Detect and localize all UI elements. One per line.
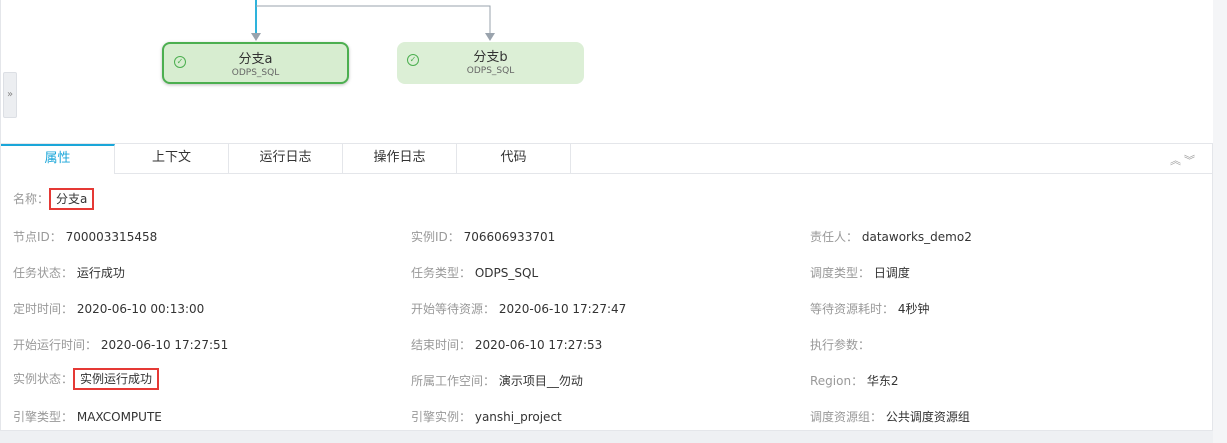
prop-value: 演示项目__勿动 <box>498 374 583 388</box>
panel-size-controls: ︽︾ <box>1170 152 1198 168</box>
prop-label: 实例ID： <box>411 230 460 244</box>
prop-node-id: 节点ID： 700003315458 <box>13 228 157 245</box>
prop-label: 执行参数： <box>810 338 871 352</box>
dag-node-branch-a[interactable]: ✓ 分支a ODPS_SQL <box>162 42 349 84</box>
prop-label: 节点ID： <box>13 230 62 244</box>
tab-run-log[interactable]: 运行日志 <box>229 144 343 173</box>
edge-to-branch-b <box>256 5 491 36</box>
prop-value: 运行成功 <box>76 266 125 280</box>
prop-value: 4秒钟 <box>897 302 930 316</box>
prop-run-start: 开始运行时间： 2020-06-10 17:27:51 <box>13 336 228 353</box>
dag-node-branch-b[interactable]: ✓ 分支b ODPS_SQL <box>397 42 584 84</box>
prop-label: 所属工作空间： <box>411 374 496 388</box>
prop-value: 2020-06-10 17:27:51 <box>100 338 229 352</box>
collapse-panel-icon[interactable]: ︾ <box>1184 154 1198 167</box>
node-title: 分支a <box>238 52 273 67</box>
prop-label: 调度类型： <box>810 266 871 280</box>
prop-wait-duration: 等待资源耗时： 4秒钟 <box>810 300 929 317</box>
prop-label: 等待资源耗时： <box>810 302 895 316</box>
prop-value: 2020-06-10 17:27:47 <box>498 302 627 316</box>
prop-instance-id: 实例ID： 706606933701 <box>411 228 555 245</box>
prop-region: Region： 华东2 <box>810 372 899 389</box>
prop-engine-type: 引擎类型： MAXCOMPUTE <box>13 408 162 425</box>
node-type: ODPS_SQL <box>466 66 515 76</box>
prop-label: 引擎类型： <box>13 410 74 424</box>
prop-label: 责任人： <box>810 230 859 244</box>
detail-tabs: 属性 上下文 运行日志 操作日志 代码 ︽︾ <box>1 144 1212 174</box>
prop-owner: 责任人： dataworks_demo2 <box>810 228 972 245</box>
prop-schedule-type: 调度类型： 日调度 <box>810 264 910 281</box>
prop-engine-instance: 引擎实例： yanshi_project <box>411 408 562 425</box>
prop-value: 日调度 <box>873 266 910 280</box>
expand-sidebar-button[interactable]: » <box>3 72 17 118</box>
arrow-branch-b-icon <box>485 33 495 41</box>
prop-task-status: 任务状态： 运行成功 <box>13 264 125 281</box>
prop-label: 定时时间： <box>13 302 74 316</box>
prop-end-time: 结束时间： 2020-06-10 17:27:53 <box>411 336 602 353</box>
prop-label: 调度资源组： <box>810 410 883 424</box>
prop-value-highlighted: 实例运行成功 <box>73 368 160 390</box>
prop-value: yanshi_project <box>474 410 562 424</box>
prop-label: 任务状态： <box>13 266 74 280</box>
prop-value: 2020-06-10 17:27:53 <box>474 338 603 352</box>
prop-value: 700003315458 <box>65 230 158 244</box>
tab-context[interactable]: 上下文 <box>115 144 229 173</box>
prop-value: 公共调度资源组 <box>885 410 970 424</box>
prop-value: 2020-06-10 00:13:00 <box>76 302 205 316</box>
prop-value-highlighted: 分支a <box>49 188 95 210</box>
prop-label: 名称： <box>13 192 50 206</box>
scrollbar-track[interactable] <box>1213 0 1227 443</box>
tab-operation-log[interactable]: 操作日志 <box>343 144 457 173</box>
node-type: ODPS_SQL <box>231 68 280 78</box>
prop-instance-status: 实例状态： 实例运行成功 <box>13 368 160 390</box>
prop-task-type: 任务类型： ODPS_SQL <box>411 264 538 281</box>
prop-label: 开始运行时间： <box>13 338 98 352</box>
prop-exec-params: 执行参数： <box>810 336 874 353</box>
prop-label: 任务类型： <box>411 266 472 280</box>
arrow-branch-a-icon <box>251 33 261 41</box>
tab-properties[interactable]: 属性 <box>1 144 115 174</box>
prop-resource-group: 调度资源组： 公共调度资源组 <box>810 408 970 425</box>
dag-canvas[interactable]: ✓ 分支a ODPS_SQL ✓ 分支b ODPS_SQL » <box>0 0 1213 143</box>
prop-label: 结束时间： <box>411 338 472 352</box>
prop-label: 开始等待资源： <box>411 302 496 316</box>
prop-value: ODPS_SQL <box>474 266 539 280</box>
detail-panel: 属性 上下文 运行日志 操作日志 代码 ︽︾ 名称： 分支a 节点ID： 7000… <box>0 143 1213 431</box>
prop-wait-start: 开始等待资源： 2020-06-10 17:27:47 <box>411 300 626 317</box>
prop-name: 名称： 分支a <box>13 188 95 210</box>
prop-value: 华东2 <box>866 374 899 388</box>
prop-label: Region： <box>810 374 864 388</box>
prop-label: 实例状态： <box>13 372 74 386</box>
prop-scheduled-time: 定时时间： 2020-06-10 00:13:00 <box>13 300 204 317</box>
prop-value: 706606933701 <box>463 230 556 244</box>
tab-code[interactable]: 代码 <box>457 144 571 173</box>
expand-panel-icon[interactable]: ︽ <box>1170 154 1184 167</box>
prop-value: dataworks_demo2 <box>861 230 972 244</box>
prop-label: 引擎实例： <box>411 410 472 424</box>
prop-workspace: 所属工作空间： 演示项目__勿动 <box>411 372 583 389</box>
prop-value: MAXCOMPUTE <box>76 410 162 424</box>
node-title: 分支b <box>473 50 508 65</box>
